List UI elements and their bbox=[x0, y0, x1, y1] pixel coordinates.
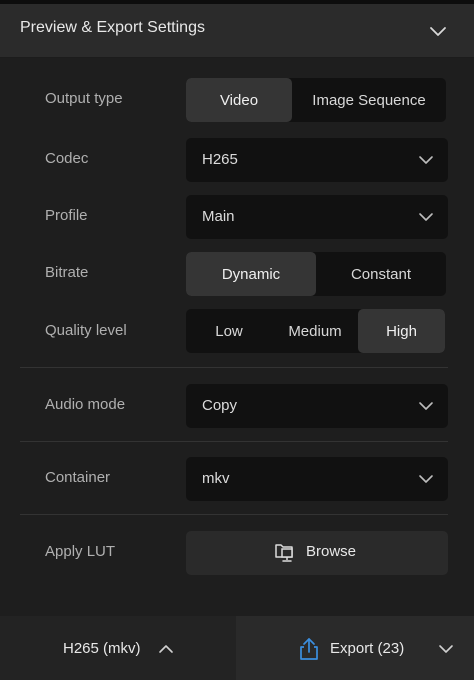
chevron-down-icon bbox=[439, 645, 453, 653]
container-value: mkv bbox=[202, 470, 230, 487]
browse-button-label: Browse bbox=[306, 543, 357, 560]
format-summary-button[interactable]: H265 (mkv) bbox=[0, 616, 236, 680]
chevron-down-icon bbox=[419, 402, 433, 410]
output-type-video-option[interactable]: Video bbox=[186, 78, 292, 122]
chevron-down-icon[interactable] bbox=[428, 24, 448, 38]
profile-select[interactable]: Main bbox=[186, 195, 448, 239]
chevron-down-icon bbox=[419, 156, 433, 164]
profile-value: Main bbox=[202, 208, 235, 225]
codec-select[interactable]: H265 bbox=[186, 138, 448, 182]
output-type-image-sequence-option[interactable]: Image Sequence bbox=[292, 78, 446, 122]
output-type-segmented: Video Image Sequence bbox=[186, 78, 446, 122]
codec-value: H265 bbox=[202, 151, 238, 168]
quality-medium-option[interactable]: Medium bbox=[272, 309, 358, 353]
quality-level-segmented: Low Medium High bbox=[186, 309, 445, 353]
chevron-down-icon bbox=[419, 475, 433, 483]
export-button[interactable]: Export (23) bbox=[236, 616, 426, 680]
codec-label: Codec bbox=[45, 150, 89, 167]
audio-mode-label: Audio mode bbox=[45, 396, 126, 413]
export-options-button[interactable] bbox=[426, 616, 474, 680]
bitrate-segmented: Dynamic Constant bbox=[186, 252, 446, 296]
section-divider bbox=[20, 441, 448, 442]
quality-level-label: Quality level bbox=[45, 322, 127, 339]
bitrate-label: Bitrate bbox=[45, 264, 89, 281]
panel-header[interactable]: Preview & Export Settings bbox=[0, 4, 474, 58]
audio-mode-value: Copy bbox=[202, 397, 238, 414]
chevron-down-icon bbox=[419, 213, 433, 221]
panel-title: Preview & Export Settings bbox=[20, 19, 205, 36]
profile-label: Profile bbox=[45, 207, 88, 224]
browse-lut-button[interactable]: Browse bbox=[186, 531, 448, 575]
format-summary-label: H265 (mkv) bbox=[63, 640, 141, 657]
export-button-group: Export (23) bbox=[236, 616, 474, 680]
bitrate-dynamic-option[interactable]: Dynamic bbox=[186, 252, 316, 296]
container-select[interactable]: mkv bbox=[186, 457, 448, 501]
apply-lut-label: Apply LUT bbox=[45, 543, 116, 560]
quality-low-option[interactable]: Low bbox=[186, 309, 272, 353]
export-label: Export (23) bbox=[330, 640, 405, 657]
chevron-up-icon bbox=[159, 645, 173, 653]
quality-high-option[interactable]: High bbox=[358, 309, 445, 353]
section-divider bbox=[20, 367, 448, 368]
bitrate-constant-option[interactable]: Constant bbox=[316, 252, 446, 296]
output-type-label: Output type bbox=[45, 90, 123, 107]
share-export-icon bbox=[300, 638, 318, 660]
folder-monitor-icon bbox=[275, 544, 293, 562]
section-divider bbox=[20, 514, 448, 515]
container-label: Container bbox=[45, 469, 111, 486]
audio-mode-select[interactable]: Copy bbox=[186, 384, 448, 428]
